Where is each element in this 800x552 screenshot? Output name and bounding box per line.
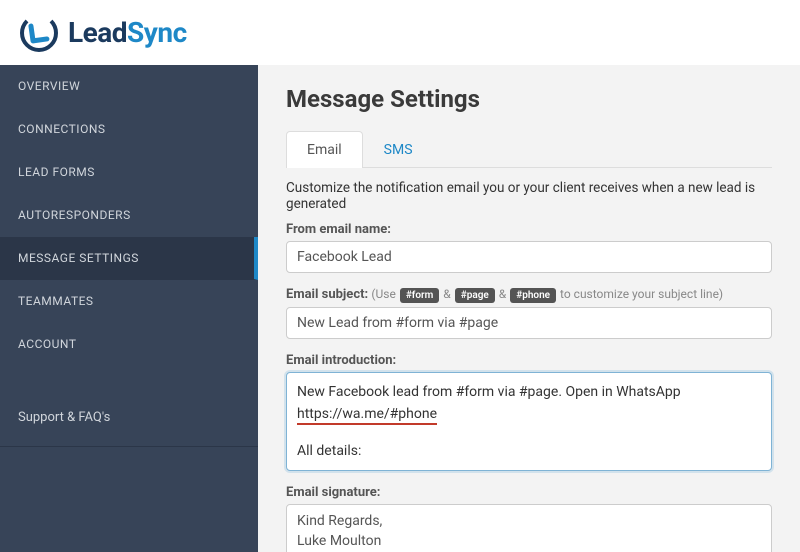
sidebar-item-autoresponders[interactable]: AUTORESPONDERS xyxy=(0,194,258,237)
email-introduction-input[interactable]: New Facebook lead from #form via #page. … xyxy=(286,372,772,471)
email-subject-input[interactable] xyxy=(286,307,772,339)
tab-email[interactable]: Email xyxy=(286,131,363,168)
email-introduction-label: Email introduction: xyxy=(286,353,772,368)
brand-text: LeadSync xyxy=(68,16,187,49)
from-email-input[interactable] xyxy=(286,241,772,273)
sidebar-item-account[interactable]: ACCOUNT xyxy=(0,323,258,366)
sidebar-item-lead-forms[interactable]: LEAD FORMS xyxy=(0,151,258,194)
page-title: Message Settings xyxy=(286,85,772,113)
app-header: LeadSync xyxy=(0,0,800,65)
leadsync-logo-icon xyxy=(18,12,60,54)
sidebar-item-teammates[interactable]: TEAMMATES xyxy=(0,280,258,323)
settings-tabs: Email SMS xyxy=(286,131,772,168)
sidebar-item-overview[interactable]: OVERVIEW xyxy=(0,65,258,108)
from-email-label: From email name: xyxy=(286,222,772,237)
email-signature-input[interactable]: Kind Regards, Luke Moulton xyxy=(286,504,772,552)
intro-line-1: New Facebook lead from #form via #page. … xyxy=(297,384,681,400)
email-signature-label: Email signature: xyxy=(286,485,772,500)
instruction-text: Customize the notification email you or … xyxy=(286,180,772,212)
tag-form: #form xyxy=(400,288,439,303)
email-subject-label: Email subject: (Use #form & #page & #pho… xyxy=(286,287,772,303)
intro-whatsapp-link: https://wa.me/#phone xyxy=(297,406,437,425)
tab-sms[interactable]: SMS xyxy=(363,131,434,168)
tag-page: #page xyxy=(455,288,495,303)
sidebar-nav: OVERVIEW CONNECTIONS LEAD FORMS AUTORESP… xyxy=(0,65,258,552)
sidebar-item-support[interactable]: Support & FAQ's xyxy=(0,396,258,440)
tag-phone: #phone xyxy=(510,288,556,303)
intro-line-2: All details: xyxy=(297,440,761,462)
main-content: Message Settings Email SMS Customize the… xyxy=(258,65,800,552)
brand-logo[interactable]: LeadSync xyxy=(18,12,187,54)
sidebar-divider xyxy=(0,446,258,447)
sidebar-item-message-settings[interactable]: MESSAGE SETTINGS xyxy=(0,237,258,280)
sidebar-item-connections[interactable]: CONNECTIONS xyxy=(0,108,258,151)
